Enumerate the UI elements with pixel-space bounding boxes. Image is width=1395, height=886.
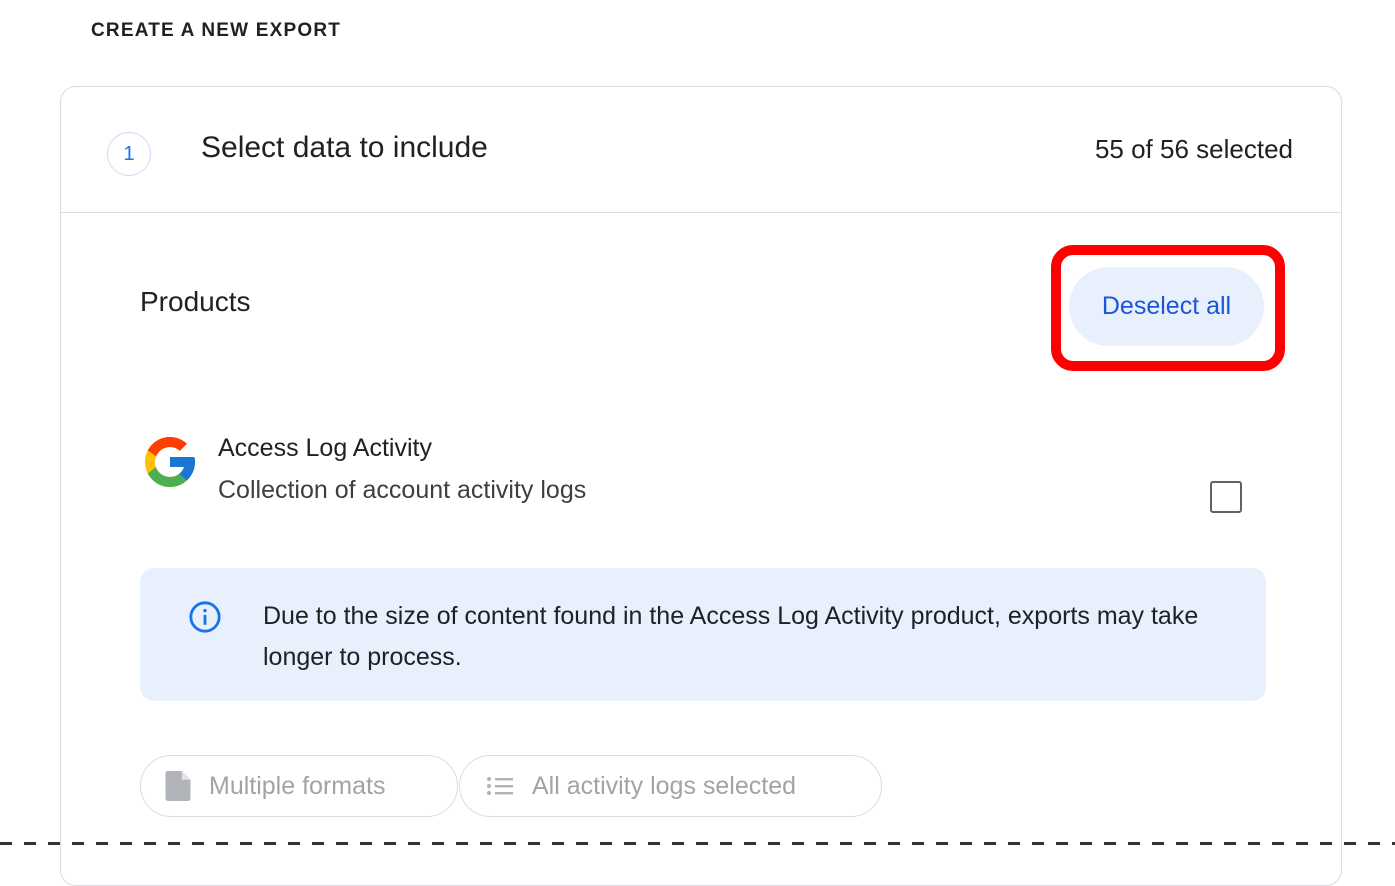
step-title: Select data to include bbox=[201, 131, 488, 164]
list-icon bbox=[487, 777, 513, 795]
info-icon bbox=[189, 601, 221, 633]
step-number-badge: 1 bbox=[107, 132, 151, 176]
formats-chip-label: Multiple formats bbox=[209, 771, 386, 800]
step-header[interactable]: 1 Select data to include 55 of 56 select… bbox=[61, 87, 1341, 213]
highlight-annotation bbox=[1051, 245, 1285, 371]
info-notice: Due to the size of content found in the … bbox=[140, 568, 1266, 701]
activity-logs-chip-label: All activity logs selected bbox=[532, 771, 797, 800]
product-checkbox[interactable] bbox=[1210, 481, 1242, 513]
product-name: Access Log Activity bbox=[218, 434, 432, 462]
section-heading: CREATE A NEW EXPORT bbox=[91, 20, 342, 41]
product-description: Collection of account activity logs bbox=[218, 476, 587, 504]
info-text: Due to the size of content found in the … bbox=[263, 602, 1199, 671]
google-g-icon bbox=[145, 437, 195, 487]
export-step-card: 1 Select data to include 55 of 56 select… bbox=[60, 86, 1342, 886]
activity-logs-chip[interactable]: All activity logs selected bbox=[459, 755, 882, 817]
selected-count: 55 of 56 selected bbox=[1094, 134, 1293, 164]
file-icon bbox=[165, 771, 191, 801]
products-label: Products bbox=[140, 286, 251, 317]
formats-chip[interactable]: Multiple formats bbox=[140, 755, 458, 817]
